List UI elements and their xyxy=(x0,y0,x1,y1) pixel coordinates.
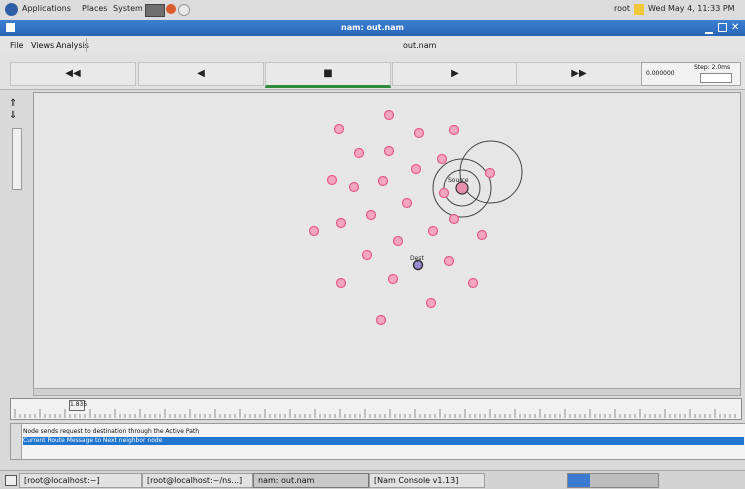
mobile-node[interactable] xyxy=(484,167,496,179)
minimize-icon[interactable] xyxy=(705,24,713,34)
ruler-ticks xyxy=(14,409,736,418)
mobile-node[interactable] xyxy=(333,123,345,135)
time-display: 0.000000 Step: 2.0ms xyxy=(641,62,741,86)
menu-separator xyxy=(86,38,87,52)
task-terminal-1[interactable]: [root@localhost:~] xyxy=(19,473,142,488)
step-label: Step: 2.0ms xyxy=(694,64,731,71)
annotation-scrollbar[interactable] xyxy=(11,424,22,459)
mobile-node[interactable] xyxy=(335,277,347,289)
menu-bar: File Views Analysis out.nam xyxy=(0,36,745,56)
mobile-node[interactable] xyxy=(383,145,395,157)
system-menu[interactable]: System xyxy=(113,4,143,13)
mobile-node[interactable] xyxy=(410,163,422,175)
mobile-node[interactable] xyxy=(365,209,377,221)
network-icon[interactable] xyxy=(634,4,644,15)
window-title: nam: out.nam xyxy=(341,23,404,32)
task-nam-console[interactable]: [Nam Console v1.13] xyxy=(369,473,485,488)
mobile-node[interactable] xyxy=(443,255,455,267)
file-name-label: out.nam xyxy=(403,41,437,50)
mobile-node[interactable] xyxy=(375,314,387,326)
mobile-node[interactable] xyxy=(353,147,365,159)
workspace-switcher[interactable] xyxy=(567,473,659,488)
mobile-node[interactable] xyxy=(476,229,488,241)
play-button[interactable]: ▶ xyxy=(392,62,518,86)
mobile-node[interactable] xyxy=(401,197,413,209)
mobile-node[interactable] xyxy=(427,225,439,237)
mobile-node[interactable] xyxy=(387,273,399,285)
timeline-marker-label: 1.835 xyxy=(70,401,88,408)
mobile-node[interactable] xyxy=(436,153,448,165)
mobile-node[interactable] xyxy=(335,217,347,229)
dest-node-label: Dest xyxy=(410,255,424,262)
mobile-node[interactable] xyxy=(348,181,360,193)
zoom-slider[interactable] xyxy=(12,128,22,190)
zoom-out-icon[interactable]: ⇓ xyxy=(9,110,17,121)
source-node-label: Source xyxy=(448,177,469,184)
top-panel: Applications Places System root Wed May … xyxy=(0,0,745,21)
annotation-line-2-selected[interactable]: Current Route Message to Next neighbor n… xyxy=(23,437,744,445)
launcher-icon[interactable] xyxy=(145,4,165,17)
rewind-button[interactable]: ◀◀ xyxy=(10,62,136,86)
browser-icon[interactable] xyxy=(166,4,176,14)
mobile-node[interactable] xyxy=(308,225,320,237)
network-canvas[interactable]: Source Dest xyxy=(33,92,741,392)
help-icon[interactable] xyxy=(178,4,190,16)
applications-menu[interactable]: Applications xyxy=(22,4,71,13)
mobile-node[interactable] xyxy=(377,175,389,187)
annotation-line-1[interactable]: Node sends request to destination throug… xyxy=(23,428,199,435)
mobile-node[interactable] xyxy=(392,235,404,247)
menu-file[interactable]: File xyxy=(10,41,23,50)
fast-forward-button[interactable]: ▶▶ xyxy=(516,62,642,86)
step-slider[interactable] xyxy=(700,73,732,83)
zoom-tools: ⇑ ⇓ xyxy=(6,96,28,206)
mobile-node[interactable] xyxy=(438,187,450,199)
time-value: 0.000000 xyxy=(646,70,675,77)
user-name: root xyxy=(614,4,631,13)
show-desktop-icon[interactable] xyxy=(5,475,17,486)
window-titlebar[interactable]: nam: out.nam ✕ xyxy=(0,20,745,36)
close-icon[interactable]: ✕ xyxy=(731,22,739,33)
menu-views[interactable]: Views xyxy=(31,41,54,50)
mobile-node[interactable] xyxy=(326,174,338,186)
mobile-node[interactable] xyxy=(448,124,460,136)
mobile-node[interactable] xyxy=(467,277,479,289)
network-graph xyxy=(308,109,523,326)
mobile-node[interactable] xyxy=(425,297,437,309)
task-terminal-2[interactable]: [root@localhost:~/ns...] xyxy=(142,473,253,488)
maximize-icon[interactable] xyxy=(718,23,727,32)
fedora-logo-icon[interactable] xyxy=(5,3,18,16)
clock[interactable]: Wed May 4, 11:33 PM xyxy=(648,4,735,13)
mobile-node[interactable] xyxy=(413,127,425,139)
task-nam-window[interactable]: nam: out.nam xyxy=(253,473,369,488)
timeline-ruler[interactable]: 1.835 xyxy=(10,398,742,420)
mobile-node[interactable] xyxy=(361,249,373,261)
horizontal-scrollbar[interactable] xyxy=(33,388,741,396)
menu-analysis[interactable]: Analysis xyxy=(56,41,89,50)
stop-button[interactable]: ■ xyxy=(265,62,391,88)
workspace-1-active[interactable] xyxy=(568,474,590,487)
places-menu[interactable]: Places xyxy=(82,4,107,13)
mobile-node[interactable] xyxy=(383,109,395,121)
step-back-button[interactable]: ◀ xyxy=(138,62,264,86)
annotation-panel[interactable]: Node sends request to destination throug… xyxy=(10,423,745,460)
mobile-node[interactable] xyxy=(448,213,460,225)
zoom-in-icon[interactable]: ⇑ xyxy=(9,98,17,109)
timeline-marker[interactable]: 1.835 xyxy=(69,400,88,411)
